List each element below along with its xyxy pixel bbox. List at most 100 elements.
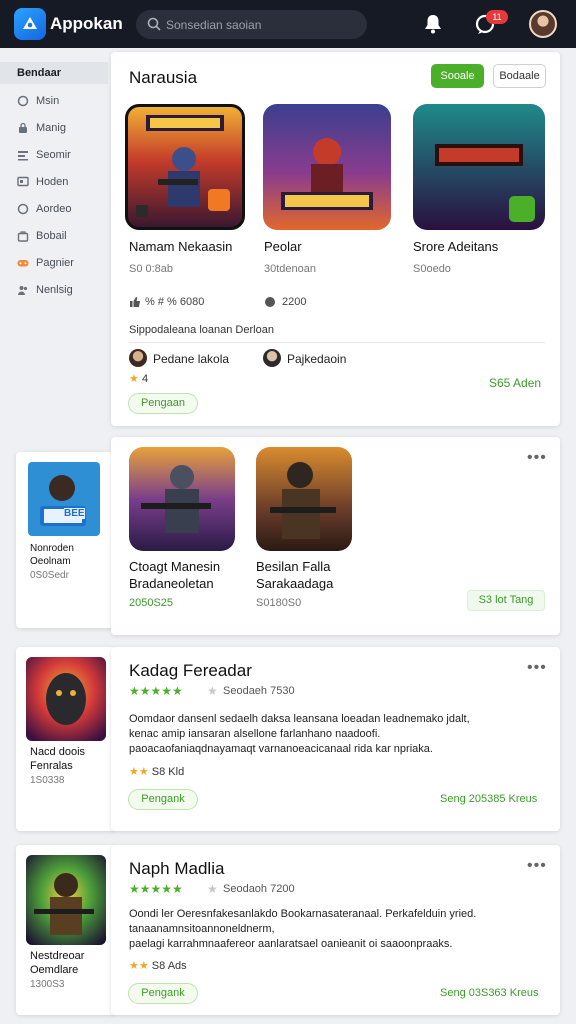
star-icon: ★ <box>207 882 218 896</box>
sidebar-item-msin[interactable]: Msin <box>0 90 108 112</box>
game-meta: 1S0338 <box>30 775 65 786</box>
user-name[interactable]: Pajkedaoin <box>287 352 346 366</box>
controller-icon <box>17 260 29 267</box>
price-text: Seng 205385 Kreus <box>440 793 538 805</box>
mini-rating-value: S8 Ads <box>151 960 187 972</box>
game-thumbnail[interactable] <box>125 104 245 230</box>
clock-icon <box>17 203 29 215</box>
sidebar-item-label: Manig <box>36 122 66 134</box>
game-thumbnail[interactable] <box>26 657 106 741</box>
get-button[interactable]: Pengank <box>128 983 198 1004</box>
lock-icon <box>19 122 27 133</box>
price-text: Seng 03S363 Kreus <box>440 987 539 999</box>
bag-icon <box>17 231 29 242</box>
star-icon: ★★ <box>129 960 149 972</box>
game-meta: 30tdenoan <box>264 263 316 275</box>
stat-downloads: 2200 <box>282 296 307 308</box>
sidebar-item-label: Hoden <box>36 176 69 188</box>
description-line: Oondi ler Oeresnfakesanlakdo Bookarnasat… <box>129 908 477 920</box>
game-thumbnail[interactable] <box>26 855 106 945</box>
sidebar-item-label: Aordeo <box>36 203 72 215</box>
tag-label[interactable]: S3 lot Tang <box>467 590 545 611</box>
divider <box>129 342 545 343</box>
sidebar-item-label: Pagnier <box>36 257 74 269</box>
game-title[interactable]: Nestdreoar Oemdlare <box>30 949 110 977</box>
get-button[interactable]: Pengank <box>128 789 198 810</box>
sidebar-item-label: Bendaar <box>17 67 62 79</box>
view-all-link[interactable]: S65 Aden <box>489 376 541 390</box>
stat-likes: % # % 6080 <box>145 296 205 308</box>
description-line: Oomdaor dansenl sedaelh daksa leansana l… <box>129 713 470 725</box>
star-rating: ★★★★★ <box>129 684 183 698</box>
sidebar-item-label: Seomir <box>36 149 71 161</box>
game-art-image <box>26 855 106 945</box>
mini-rating: ★★ S8 Ads <box>129 959 187 972</box>
app-logo[interactable] <box>14 8 46 40</box>
game-thumbnail[interactable] <box>129 447 235 551</box>
game-meta: 0S0Sedr <box>30 570 69 581</box>
game-meta: S0 0:8ab <box>129 263 174 275</box>
search-icon <box>147 17 161 31</box>
sidebar-item-pagnier[interactable]: Pagnier <box>0 252 108 274</box>
game-meta: S0oedo <box>413 263 451 275</box>
sidebar-item-seomir[interactable]: Seomir <box>0 144 108 166</box>
game-title[interactable]: Besilan Falla Sarakaadaga <box>256 558 366 592</box>
side-game-card[interactable]: Nacd doois Fenralas 1S0338 <box>16 647 116 831</box>
mini-rating: ★★ S8 Kld <box>129 765 184 778</box>
search-input[interactable] <box>166 10 356 39</box>
sidebar-item-nenlsig[interactable]: Nenlsig <box>0 279 108 301</box>
side-game-card[interactable]: BEE Nonroden Oeolnam 0S0Sedr <box>16 452 116 628</box>
sidebar-item-aordeo[interactable]: Aordeo <box>0 198 108 220</box>
sub-heading: Sippodaleana loanan Derloan <box>129 324 274 336</box>
item-description: Oondi ler Oeresnfakesanlakdo Bookarnasat… <box>129 907 549 952</box>
app-name: Appokan <box>50 14 123 33</box>
sidebar-item-hoden[interactable]: Hoden <box>0 171 108 193</box>
sidebar-item-label: Bobail <box>36 230 67 242</box>
game-title[interactable]: Peolar <box>264 238 302 255</box>
game-title[interactable]: Namam Nekaasin <box>129 238 232 255</box>
list-item: Naph Madlia ••• ★★★★★ ★ Seodaoh 7200 Oon… <box>111 845 560 1015</box>
user-avatar[interactable] <box>263 349 281 367</box>
item-title[interactable]: Naph Madlia <box>129 859 224 879</box>
primary-button[interactable]: Sooale <box>431 64 484 88</box>
sidebar-item-bobail[interactable]: Bobail <box>0 225 108 247</box>
game-badge: BEE <box>64 508 85 519</box>
get-button[interactable]: Pengaan <box>128 393 198 414</box>
description-line: paoacaofaniaqdnayamaqt varnanoeacicanaal… <box>129 743 433 755</box>
game-thumbnail[interactable] <box>413 104 545 230</box>
side-game-card[interactable]: Nestdreoar Oemdlare 1300S3 <box>16 845 116 1015</box>
game-title[interactable]: Ctoagt Manesin Bradaneoletan <box>129 558 247 592</box>
game-art-image <box>256 447 352 551</box>
star-icon: ★ <box>129 373 139 385</box>
game-thumbnail[interactable] <box>263 104 391 230</box>
monitor-icon <box>17 176 29 187</box>
more-options-icon[interactable]: ••• <box>527 857 547 875</box>
game-title[interactable]: Nonroden Oeolnam <box>30 542 100 568</box>
game-thumbnail[interactable] <box>256 447 352 551</box>
description-line: tanaanamnsitoannoneldnerm, <box>129 923 275 935</box>
bell-icon[interactable] <box>421 12 445 36</box>
sidebar-item-manig[interactable]: Manig <box>0 117 108 139</box>
game-meta: 1300S3 <box>30 979 65 990</box>
user-name[interactable]: Pedane lakola <box>153 352 229 366</box>
user-rating: ★ 4 <box>129 372 148 385</box>
star-icon: ★★ <box>129 766 149 778</box>
featured-card: Narausia Sooale Bodaale Namam Nekaasin P… <box>111 52 560 426</box>
sidebar-item-bendaar[interactable]: Bendaar <box>0 62 108 84</box>
game-title[interactable]: Nacd doois Fenralas <box>30 745 110 773</box>
secondary-button[interactable]: Bodaale <box>493 64 546 88</box>
user-avatar[interactable] <box>129 349 147 367</box>
game-title[interactable]: Srore Adeitans <box>413 238 498 255</box>
rating-value: 4 <box>141 373 149 385</box>
more-options-icon[interactable]: ••• <box>527 449 547 467</box>
app-logo-icon <box>23 17 37 29</box>
thumbs-up-icon <box>130 297 140 307</box>
game-thumbnail[interactable] <box>28 462 100 536</box>
top-bar: Appokan 11 <box>0 0 576 48</box>
game-art-image <box>263 104 391 230</box>
search-bar[interactable] <box>136 10 367 39</box>
user-avatar[interactable] <box>529 10 557 38</box>
item-title[interactable]: Kadag Fereadar <box>129 661 252 681</box>
game-art-image <box>28 462 100 536</box>
more-options-icon[interactable]: ••• <box>527 659 547 677</box>
